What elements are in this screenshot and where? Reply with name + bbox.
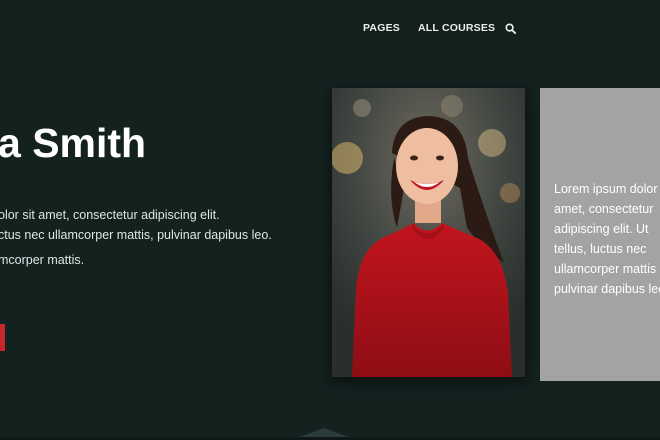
profile-photo [332,88,525,377]
panel-text-line: amet, consectetur [554,202,654,216]
hero-text-line: olor sit amet, consectetur adipiscing el… [0,208,220,222]
panel-text-line: Lorem ipsum dolor [554,182,658,196]
panel-text-line: adipiscing elit. Ut [554,222,649,236]
panel-text-line: pulvinar dapibus leo. [554,282,660,296]
info-panel: Lorem ipsum dolor amet, consectetur adip… [540,88,660,381]
panel-text-line: ullamcorper mattis [554,262,657,276]
panel-text-line: tellus, luctus nec [554,242,647,256]
hero-title: a Smith [0,120,147,166]
nav-item-pages[interactable]: PAGES [363,22,400,34]
hero-text-line: ctus nec ullamcorper mattis, pulvinar da… [0,228,272,242]
nav-item-all-courses[interactable]: ALL COURSES [418,22,495,34]
search-icon[interactable] [505,23,516,34]
cta-button[interactable] [0,324,5,351]
hero-text-line: mcorper mattis. [0,253,85,267]
top-navigation-bar: PAGES ALL COURSES [0,0,660,58]
